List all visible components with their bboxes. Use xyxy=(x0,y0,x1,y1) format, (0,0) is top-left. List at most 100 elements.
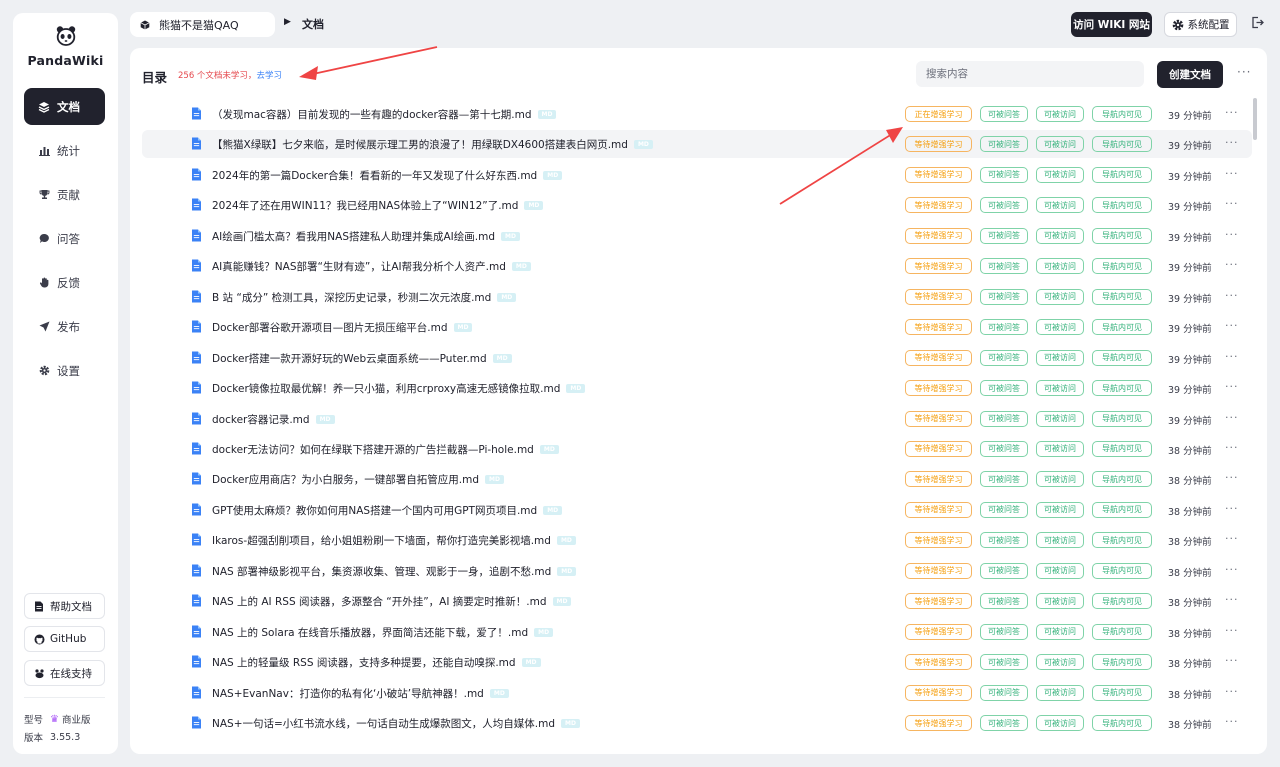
doc-title[interactable]: AI真能赚钱？NAS部署“生财有迹”，让AI帮我分析个人资产.md MD xyxy=(212,259,531,274)
scrollbar[interactable] xyxy=(1253,98,1257,140)
table-row[interactable]: GPT使用太麻烦？教你如何用NAS搭建一个国内可用GPT网页项目.md MD 等待增… xyxy=(142,496,1252,524)
document-icon xyxy=(191,198,202,211)
doc-title[interactable]: NAS 部署神级影视平台，集资源收集、管理、观影于一身，追剧不愁.md MD xyxy=(212,564,577,579)
doc-title[interactable]: NAS+EvanNav：打造你的私有化‘小破站’导航神器！.md MD xyxy=(212,686,509,701)
row-more-button[interactable]: ··· xyxy=(1225,563,1239,576)
sidebar-item-contrib[interactable]: 贡献 xyxy=(24,176,105,213)
table-row[interactable]: Docker部署谷歌开源项目—图片无损压缩平台.md MD 等待增强学习 可被问答 可被… xyxy=(142,313,1252,341)
updated-time: 38 分钟前 xyxy=(1168,659,1212,671)
doc-title[interactable]: Docker应用商店？为小白服务，一键部署自拓管应用.md MD xyxy=(212,472,504,487)
logout-icon[interactable] xyxy=(1251,16,1265,30)
row-more-button[interactable]: ··· xyxy=(1225,593,1239,606)
doc-title[interactable]: AI绘画门槛太高？看我用NAS搭建私人助理并集成AI绘画.md MD xyxy=(212,229,520,244)
table-row[interactable]: Docker搭建一款开源好玩的Web云桌面系统——Puter.md MD 等待增强学… xyxy=(142,344,1252,372)
learning-status-tag: 等待增强学习 xyxy=(905,684,972,701)
row-more-button[interactable]: ··· xyxy=(1225,624,1239,637)
visit-wiki-button[interactable]: 访问 WIKI 网站 xyxy=(1071,12,1152,37)
row-more-button[interactable]: ··· xyxy=(1225,136,1239,149)
md-badge: MD xyxy=(534,627,554,637)
panel-more-button[interactable]: ··· xyxy=(1237,65,1251,79)
doc-title[interactable]: NAS 上的 Solara 在线音乐播放器，界面简洁还能下载，爱了！.md MD xyxy=(212,625,554,640)
sidebar-item-stats[interactable]: 统计 xyxy=(24,132,105,169)
sidebar-item-label: 发布 xyxy=(57,319,80,334)
table-row[interactable]: Docker应用商店？为小白服务，一键部署自拓管应用.md MD 等待增强学习 可被问… xyxy=(142,465,1252,493)
row-more-button[interactable]: ··· xyxy=(1225,350,1239,363)
table-row[interactable]: B 站 “成分” 检测工具，深挖历史记录，秒测二次元浓度.md MD 等待增强学习可… xyxy=(142,283,1252,311)
system-config-button[interactable]: 系统配置 xyxy=(1164,12,1237,37)
updated-time: 38 分钟前 xyxy=(1168,445,1212,457)
row-more-button[interactable]: ··· xyxy=(1225,502,1239,515)
row-more-button[interactable]: ··· xyxy=(1225,532,1239,545)
row-more-button[interactable]: ··· xyxy=(1225,715,1239,728)
learning-status-tag: 等待增强学习 xyxy=(905,319,972,336)
updated-time: 39 分钟前 xyxy=(1168,324,1212,336)
visit-tag: 可被访问 xyxy=(1036,166,1084,183)
doc-title[interactable]: docker无法访问？如何在绿联下搭建开源的广告拦截器—Pi-hole.md MD xyxy=(212,442,559,457)
row-more-button[interactable]: ··· xyxy=(1225,471,1239,484)
row-more-button[interactable]: ··· xyxy=(1225,380,1239,393)
doc-title[interactable]: B 站 “成分” 检测工具，深挖历史记录，秒测二次元浓度.md MD xyxy=(212,290,517,305)
table-row[interactable]: NAS+EvanNav：打造你的私有化‘小破站’导航神器！.md MD 等待增强学习… xyxy=(142,679,1252,707)
doc-title-text: Docker部署谷歌开源项目—图片无损压缩平台.md xyxy=(212,322,448,335)
doc-title[interactable]: Ikaros-超强刮削项目，给小姐姐粉刷一下墙面，帮你打造完美影视墙.md MD xyxy=(212,533,576,548)
row-more-button[interactable]: ··· xyxy=(1225,319,1239,332)
document-icon xyxy=(191,533,202,546)
go-learn-link[interactable]: 去学习 xyxy=(256,71,282,81)
row-more-button[interactable]: ··· xyxy=(1225,441,1239,454)
table-row[interactable]: NAS 上的轻量级 RSS 阅读器，支持多种提要，还能自动嗅探.md MD 等待增强… xyxy=(142,648,1252,676)
row-more-button[interactable]: ··· xyxy=(1225,289,1239,302)
row-more-button[interactable]: ··· xyxy=(1225,106,1239,119)
doc-title[interactable]: 2024年了还在用WIN11？我已经用NAS体验上了“WIN12”了.md MD xyxy=(212,198,544,213)
sidebar-item-docs[interactable]: 文档 xyxy=(24,88,105,125)
table-row[interactable]: docker无法访问？如何在绿联下搭建开源的广告拦截器—Pi-hole.md MD… xyxy=(142,435,1252,463)
doc-title[interactable]: GPT使用太麻烦？教你如何用NAS搭建一个国内可用GPT网页项目.md MD xyxy=(212,503,563,518)
row-more-button[interactable]: ··· xyxy=(1225,654,1239,667)
table-row[interactable]: 2024年的第一篇Docker合集！看看新的一年又发现了什么好东西.md MD 等待… xyxy=(142,161,1252,189)
doc-title[interactable]: 2024年的第一篇Docker合集！看看新的一年又发现了什么好东西.md MD xyxy=(212,168,563,183)
row-more-button[interactable]: ··· xyxy=(1225,411,1239,424)
doc-title[interactable]: NAS 上的 AI RSS 阅读器，多源整合 “开外挂”，AI 摘要定时推新！.… xyxy=(212,594,572,609)
learning-status-tag: 等待增强学习 xyxy=(905,349,972,366)
sidebar-item-feedback[interactable]: 反馈 xyxy=(24,264,105,301)
doc-title[interactable]: NAS+一句话=小红书流水线，一句话自动生成爆款图文，人均自媒体.md MD xyxy=(212,716,580,731)
doc-title[interactable]: Docker搭建一款开源好玩的Web云桌面系统——Puter.md MD xyxy=(212,351,512,366)
doc-title[interactable]: docker容器记录.md MD xyxy=(212,412,335,427)
table-row[interactable]: 【熊猫X绿联】七夕来临，是时候展示理工男的浪漫了！用绿联DX4600搭建表白网页… xyxy=(142,130,1252,159)
visit-tag: 可被访问 xyxy=(1036,380,1084,397)
table-row[interactable]: NAS+一句话=小红书流水线，一句话自动生成爆款图文，人均自媒体.md MD 等待增… xyxy=(142,709,1252,737)
doc-title[interactable]: （发现mac容器）目前发现的一些有趣的docker容器—第十七期.md MD xyxy=(212,107,557,122)
sidebar-item-settings[interactable]: 设置 xyxy=(24,352,105,389)
table-row[interactable]: Ikaros-超强刮削项目，给小姐姐粉刷一下墙面，帮你打造完美影视墙.md MD 等… xyxy=(142,526,1252,554)
table-row[interactable]: 2024年了还在用WIN11？我已经用NAS体验上了“WIN12”了.md MD 等… xyxy=(142,191,1252,219)
row-more-button[interactable]: ··· xyxy=(1225,685,1239,698)
create-doc-button[interactable]: 创建文档 xyxy=(1157,61,1223,88)
search-input[interactable] xyxy=(916,61,1144,87)
online-support-button[interactable]: 在线支持 xyxy=(24,660,105,686)
app-logo[interactable]: PandaWiki xyxy=(13,25,118,68)
doc-title-text: NAS 上的 Solara 在线音乐播放器，界面简洁还能下载，爱了！.md xyxy=(212,626,529,639)
md-badge: MD xyxy=(633,140,653,150)
row-more-button[interactable]: ··· xyxy=(1225,228,1239,241)
workspace-selector[interactable]: 熊猫不是猫QAQ xyxy=(130,12,275,37)
table-row[interactable]: AI绘画门槛太高？看我用NAS搭建私人助理并集成AI绘画.md MD 等待增强学习可… xyxy=(142,222,1252,250)
doc-title[interactable]: Docker部署谷歌开源项目—图片无损压缩平台.md MD xyxy=(212,320,473,335)
row-more-button[interactable]: ··· xyxy=(1225,197,1239,210)
learning-status-tag: 等待增强学习 xyxy=(905,166,972,183)
github-button[interactable]: GitHub xyxy=(24,626,105,652)
sidebar-item-publish[interactable]: 发布 xyxy=(24,308,105,345)
doc-title[interactable]: 【熊猫X绿联】七夕来临，是时候展示理工男的浪漫了！用绿联DX4600搭建表白网页… xyxy=(212,137,653,152)
table-row[interactable]: NAS 上的 AI RSS 阅读器，多源整合 “开外挂”，AI 摘要定时推新！.… xyxy=(142,587,1252,615)
document-icon xyxy=(191,229,202,242)
row-more-button[interactable]: ··· xyxy=(1225,167,1239,180)
doc-title[interactable]: Docker镜像拉取最优解！养一只小猫，利用crproxy高速无感镜像拉取.md… xyxy=(212,381,586,396)
table-row[interactable]: Docker镜像拉取最优解！养一只小猫，利用crproxy高速无感镜像拉取.md… xyxy=(142,374,1252,402)
table-row[interactable]: NAS 部署神级影视平台，集资源收集、管理、观影于一身，追剧不愁.md MD 等待增… xyxy=(142,557,1252,585)
row-more-button[interactable]: ··· xyxy=(1225,258,1239,271)
help-docs-button[interactable]: 帮助文档 xyxy=(24,593,105,619)
table-row[interactable]: NAS 上的 Solara 在线音乐播放器，界面简洁还能下载，爱了！.md MD 等… xyxy=(142,618,1252,646)
table-row[interactable]: docker容器记录.md MD 等待增强学习 可被问答 可被访问 导航内可见 39 分钟前… xyxy=(142,405,1252,433)
doc-title[interactable]: NAS 上的轻量级 RSS 阅读器，支持多种提要，还能自动嗅探.md MD xyxy=(212,655,541,670)
table-row[interactable]: AI真能赚钱？NAS部署“生财有迹”，让AI帮我分析个人资产.md MD 等待增强学… xyxy=(142,252,1252,280)
table-row[interactable]: （发现mac容器）目前发现的一些有趣的docker容器—第十七期.md MD 正在增… xyxy=(142,100,1252,128)
sidebar-item-qa[interactable]: 问答 xyxy=(24,220,105,257)
